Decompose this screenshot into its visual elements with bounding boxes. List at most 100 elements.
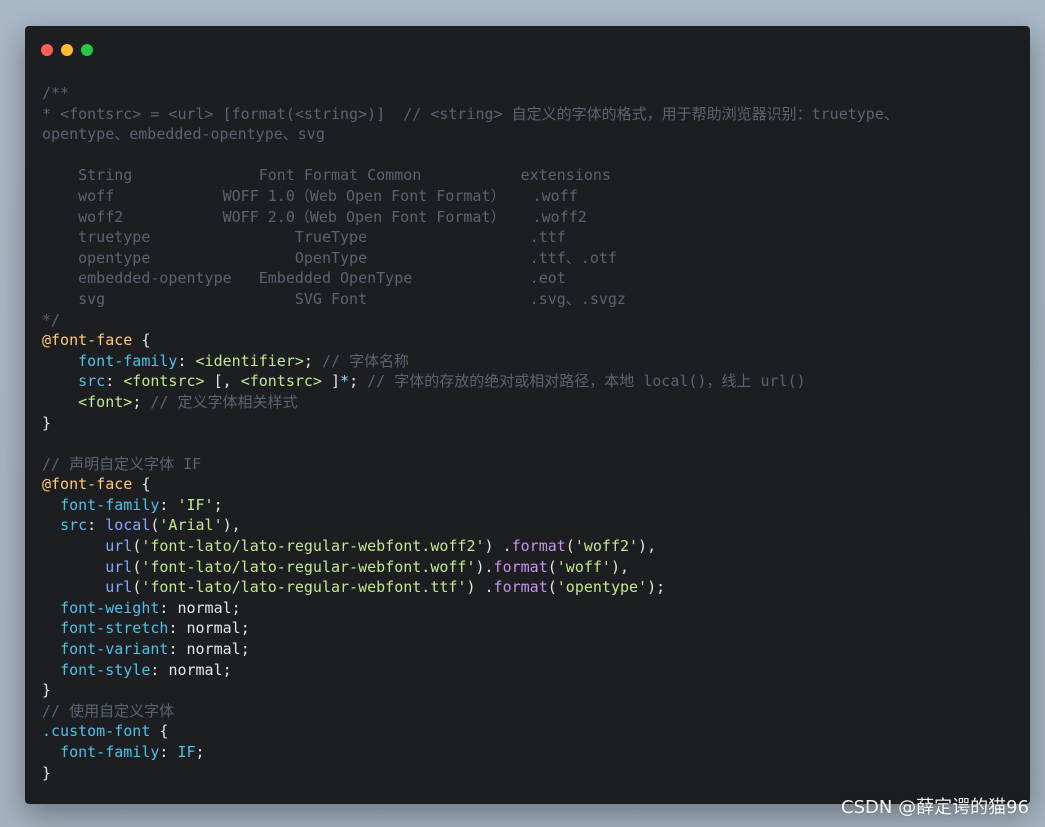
code-token: 'opentype' bbox=[556, 578, 648, 597]
code-token: ; bbox=[213, 495, 223, 514]
code-line: url('font-lato/lato-regular-webfont.ttf'… bbox=[42, 577, 899, 598]
code-line: truetype TrueType .ttf bbox=[42, 227, 899, 248]
code-token: @font-face bbox=[42, 331, 133, 350]
code-token: local bbox=[105, 516, 151, 535]
code-token: ( bbox=[547, 557, 557, 576]
code-token: IF bbox=[177, 743, 196, 761]
code-line: font-family: <identifier>; // 字体名称 bbox=[42, 351, 899, 372]
code-token: { bbox=[132, 331, 151, 350]
code-token: <fontsrc> bbox=[240, 372, 322, 391]
code-line: svg SVG Font .svg、.svgz bbox=[42, 289, 899, 310]
code-token: ( bbox=[547, 578, 557, 597]
code-token: url bbox=[105, 537, 133, 556]
code-token: ( bbox=[132, 557, 142, 576]
code-token: ), bbox=[610, 557, 630, 576]
code-line: opentype、embedded-opentype、svg bbox=[42, 124, 899, 145]
code-line: woff2 WOFF 2.0（Web Open Font Format） .wo… bbox=[42, 207, 899, 228]
code-token: ; bbox=[195, 743, 205, 761]
code-token: font-family bbox=[60, 743, 160, 761]
code-token: ; bbox=[132, 392, 151, 411]
code-token: .custom-font bbox=[42, 722, 151, 741]
code-token: String Font Format Common extensions bbox=[42, 166, 611, 185]
code-line: .custom-font { bbox=[42, 721, 899, 742]
code-token: font-weight bbox=[60, 598, 160, 617]
minimize-dot-icon[interactable] bbox=[61, 44, 73, 56]
close-dot-icon[interactable] bbox=[41, 44, 53, 56]
code-token: woff2 WOFF 2.0（Web Open Font Format） .wo… bbox=[42, 207, 587, 226]
code-token: } bbox=[42, 413, 52, 432]
code-token: normal bbox=[177, 598, 232, 617]
code-token: font-variant bbox=[60, 640, 169, 659]
code-line: embedded-opentype Embedded OpenType .eot bbox=[42, 268, 899, 289]
code-token: 'IF' bbox=[177, 495, 214, 514]
code-token: : bbox=[177, 351, 196, 370]
code-token: <fontsrc> bbox=[123, 372, 205, 391]
code-token: ( bbox=[132, 578, 142, 597]
code-line: @font-face { bbox=[42, 474, 899, 495]
code-token: } bbox=[42, 681, 52, 700]
code-line: } bbox=[42, 680, 899, 701]
code-token: font-family bbox=[78, 351, 178, 370]
code-token: format bbox=[511, 537, 566, 556]
code-line: font-style: normal; bbox=[42, 660, 899, 681]
code-token: ), bbox=[638, 537, 657, 556]
code-token: /** bbox=[42, 84, 70, 102]
code-token: format bbox=[493, 557, 548, 576]
code-token: url bbox=[105, 557, 133, 576]
code-token: ( bbox=[565, 537, 575, 556]
code-token: ; bbox=[240, 619, 250, 638]
code-token: ( bbox=[132, 537, 142, 556]
code-line: url('font-lato/lato-regular-webfont.woff… bbox=[42, 536, 899, 557]
code-token: src bbox=[60, 516, 88, 535]
maximize-dot-icon[interactable] bbox=[81, 44, 93, 56]
code-token: font-family bbox=[60, 495, 160, 514]
code-line: font-stretch: normal; bbox=[42, 618, 899, 639]
code-line: font-variant: normal; bbox=[42, 639, 899, 660]
code-token: { bbox=[150, 722, 169, 741]
code-token: : bbox=[168, 640, 187, 659]
code-token: : bbox=[168, 619, 187, 638]
code-token: ), bbox=[222, 516, 241, 535]
code-token: font-stretch bbox=[60, 619, 169, 638]
code-line: src: local('Arial'), bbox=[42, 515, 899, 536]
code-token: : bbox=[87, 516, 106, 535]
code-token: opentype OpenType .ttf、.otf bbox=[42, 248, 617, 267]
code-token: src bbox=[78, 372, 106, 391]
code-token: embedded-opentype Embedded OpenType .eot bbox=[42, 269, 566, 288]
code-token: [, bbox=[204, 372, 241, 391]
code-token: */ bbox=[42, 310, 61, 329]
code-token: ); bbox=[647, 578, 666, 597]
code-line: } bbox=[42, 763, 899, 784]
code-line: String Font Format Common extensions bbox=[42, 165, 899, 186]
code-token: font-style bbox=[60, 660, 151, 679]
code-line: src: <fontsrc> [, <fontsrc> ]*; // 字体的存放… bbox=[42, 371, 899, 392]
code-token: // 定义字体相关样式 bbox=[150, 392, 298, 411]
code-token: @font-face bbox=[42, 475, 133, 494]
watermark: CSDN @薛定谔的猫96 bbox=[841, 797, 1029, 818]
code-line: * <fontsrc> = <url> [format(<string>)] /… bbox=[42, 104, 899, 125]
code-token: // 声明自定义字体 IF bbox=[42, 454, 202, 473]
code-token: // 使用自定义字体 bbox=[42, 701, 175, 720]
code-token: ) . bbox=[484, 537, 512, 556]
code-line: url('font-lato/lato-regular-webfont.woff… bbox=[42, 557, 899, 578]
code-token: woff WOFF 1.0（Web Open Font Format） .wof… bbox=[42, 186, 578, 205]
code-token: opentype、embedded-opentype、svg bbox=[42, 125, 325, 144]
code-token: * bbox=[340, 372, 350, 391]
code-line: @font-face { bbox=[42, 330, 899, 351]
code-line: /** bbox=[42, 83, 899, 104]
code-token: 'woff2' bbox=[574, 537, 639, 556]
code-token: format bbox=[493, 578, 548, 597]
code-token: normal bbox=[168, 660, 223, 679]
code-line: font-family: IF; bbox=[42, 742, 899, 763]
code-line: font-weight: normal; bbox=[42, 598, 899, 619]
code-token: // 字体的存放的绝对或相对路径，本地 local()，线上 url() bbox=[367, 372, 806, 391]
